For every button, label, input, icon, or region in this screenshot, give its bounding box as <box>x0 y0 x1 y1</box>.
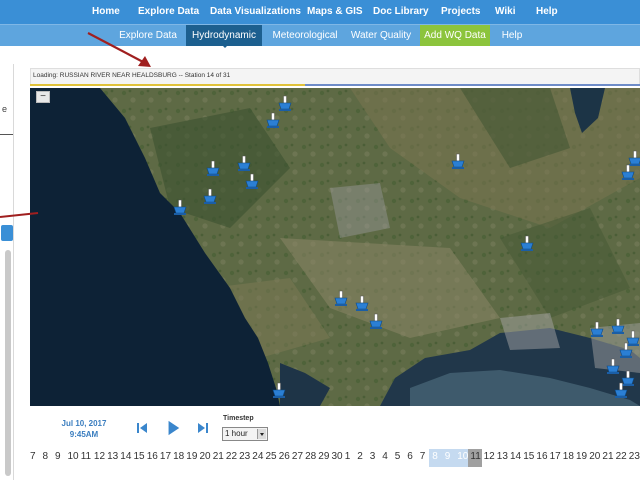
timeline-day[interactable]: 23 <box>629 451 640 462</box>
timeline-day[interactable]: 7 <box>30 451 36 462</box>
panel-scrollbar[interactable] <box>5 250 11 476</box>
timeline-day[interactable]: 13 <box>107 451 118 462</box>
nav-projects[interactable]: Projects <box>441 0 480 24</box>
timeline-day[interactable]: 6 <box>407 451 413 462</box>
timeline-day[interactable]: 22 <box>616 451 627 462</box>
timeline-day[interactable]: 3 <box>370 451 376 462</box>
timeline-day[interactable]: 26 <box>279 451 290 462</box>
chevron-down-icon <box>257 429 266 439</box>
panel-letter: e <box>2 104 8 114</box>
timeline-day[interactable]: 8 <box>43 451 49 462</box>
timeline-day[interactable]: 15 <box>134 451 145 462</box>
subnav-meteorological[interactable]: Meteorological <box>267 25 343 46</box>
subnav-water-quality[interactable]: Water Quality <box>347 25 415 46</box>
play-icon[interactable] <box>165 420 181 436</box>
panel-divider <box>0 134 13 135</box>
skip-back-icon[interactable] <box>135 420 149 436</box>
nav-data-visualizations[interactable]: Data Visualizations <box>210 0 301 24</box>
current-date: Jul 10, 2017 <box>61 419 107 428</box>
app-root: Home Explore Data Data Visualizations Ma… <box>0 0 640 480</box>
timeline-day[interactable]: 7 <box>420 451 426 462</box>
annotation-arrow-icon <box>0 212 39 218</box>
timeline-day[interactable]: 4 <box>382 451 388 462</box>
timeline-day[interactable]: 14 <box>120 451 131 462</box>
timeline-day[interactable]: 22 <box>226 451 237 462</box>
map-imagery <box>30 88 640 406</box>
timeline-day[interactable]: 20 <box>200 451 211 462</box>
timestep-label: Timestep <box>223 415 254 422</box>
current-time: 9:45AM <box>69 430 99 439</box>
loading-progress-fill <box>30 84 305 86</box>
timeline-day[interactable]: 11 <box>470 451 480 462</box>
timeline-day[interactable]: 17 <box>160 451 171 462</box>
timestep-select[interactable]: 1 hour <box>222 427 268 441</box>
nav-explore-data[interactable]: Explore Data <box>138 0 199 24</box>
subnav-add-wq-data[interactable]: Add WQ Data <box>420 25 490 46</box>
timeline-day[interactable]: 18 <box>563 451 574 462</box>
current-datetime: Jul 10, 2017 9:45AM <box>52 418 116 440</box>
timeline-day[interactable]: 25 <box>266 451 277 462</box>
timeline-day[interactable]: 20 <box>589 451 600 462</box>
timeline-day[interactable]: 23 <box>239 451 250 462</box>
timeline-day[interactable]: 21 <box>213 451 224 462</box>
timeline-day[interactable]: 2 <box>357 451 363 462</box>
subnav-help[interactable]: Help <box>492 25 532 46</box>
timeline-day[interactable]: 12 <box>484 451 495 462</box>
timeline-day[interactable]: 15 <box>523 451 534 462</box>
timeline-day[interactable]: 18 <box>173 451 184 462</box>
timeline-day[interactable]: 14 <box>510 451 521 462</box>
timeline-day[interactable]: 21 <box>602 451 613 462</box>
nav-home[interactable]: Home <box>92 0 120 24</box>
timeline-day[interactable]: 30 <box>332 451 343 462</box>
timeline-day[interactable]: 10 <box>68 451 79 462</box>
timeline-day[interactable]: 19 <box>186 451 197 462</box>
zoom-out-button[interactable]: − <box>36 91 50 103</box>
nav-maps-gis[interactable]: Maps & GIS <box>307 0 363 24</box>
satellite-map[interactable]: − <box>30 88 640 406</box>
timeline-day[interactable]: 13 <box>497 451 508 462</box>
timeline-day[interactable]: 11 <box>81 451 91 462</box>
panel-button[interactable] <box>1 225 13 241</box>
timeline-day[interactable]: 12 <box>94 451 105 462</box>
timeline-day-strip: 7 8 9 10 11 12 13 14 15 16 17 18 19 20 21 22 23 24 25 26 27 2… <box>30 449 640 467</box>
timeline-day[interactable]: 24 <box>252 451 263 462</box>
timeline-day[interactable]: 17 <box>550 451 561 462</box>
active-tab-caret <box>221 44 229 48</box>
annotation-arrow-icon <box>87 32 151 67</box>
left-side-panel: e <box>0 64 14 480</box>
timeline-day[interactable]: 9 <box>55 451 61 462</box>
timeline-day[interactable]: 9 <box>445 451 451 462</box>
loading-status-bar: Loading: RUSSIAN RIVER NEAR HEALDSBURG -… <box>30 68 640 85</box>
skip-forward-icon[interactable] <box>196 420 210 436</box>
timeline-day[interactable]: 10 <box>457 451 468 462</box>
subnav-hydrodynamic[interactable]: Hydrodynamic <box>186 25 262 46</box>
timeline-day[interactable]: 27 <box>292 451 303 462</box>
timeline-day[interactable]: 29 <box>318 451 329 462</box>
timeline-day[interactable]: 8 <box>432 451 438 462</box>
timeline-day[interactable]: 19 <box>576 451 587 462</box>
timeline-day[interactable]: 16 <box>147 451 158 462</box>
nav-doc-library[interactable]: Doc Library <box>373 0 429 24</box>
timeline-day[interactable]: 16 <box>536 451 547 462</box>
top-navigation: Home Explore Data Data Visualizations Ma… <box>0 0 640 24</box>
nav-help[interactable]: Help <box>536 0 558 24</box>
timeline-day[interactable]: 28 <box>305 451 316 462</box>
timestep-value: 1 hour <box>225 429 248 438</box>
timeline-day[interactable]: 5 <box>395 451 401 462</box>
nav-wiki[interactable]: Wiki <box>495 0 515 24</box>
loading-progress-track <box>30 84 640 86</box>
timeline-day[interactable]: 1 <box>345 451 351 462</box>
loading-status-text: Loading: RUSSIAN RIVER NEAR HEALDSBURG -… <box>33 72 231 79</box>
